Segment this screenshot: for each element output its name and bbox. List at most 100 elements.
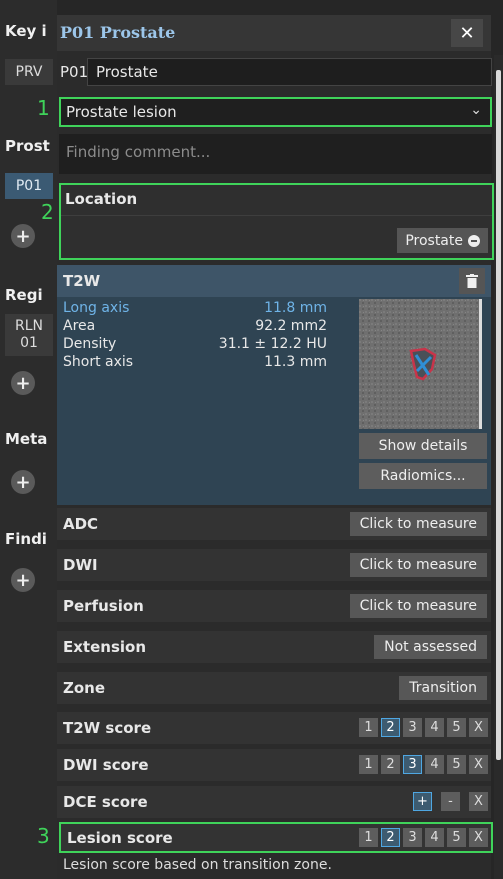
t2w-score-options: 1 2 3 4 5 X	[359, 718, 488, 737]
panel-scrollbar[interactable]	[494, 55, 503, 879]
close-icon: ✕	[459, 22, 475, 44]
zone-button[interactable]: Transition	[399, 676, 487, 700]
delete-measurement-button[interactable]	[459, 268, 485, 294]
trash-icon	[466, 274, 478, 288]
adc-measure-button[interactable]: Click to measure	[349, 512, 487, 536]
lesion-score-1[interactable]: 1	[359, 828, 378, 847]
plus-icon: +	[15, 225, 31, 247]
show-details-button[interactable]: Show details	[359, 433, 487, 459]
findings-heading: Findi	[5, 530, 47, 548]
dwi-score-2[interactable]: 2	[381, 755, 400, 774]
add-prostate-finding-button[interactable]: +	[11, 224, 35, 248]
scrollbar-thumb[interactable]	[496, 70, 501, 760]
t2w-score-3[interactable]: 3	[403, 718, 422, 737]
dwi-score-4[interactable]: 4	[425, 755, 444, 774]
finding-panel: P01 Prostate ✕ P01 Prostate Prostate les…	[57, 15, 494, 879]
location-value: Prostate	[405, 232, 463, 249]
measurement-value: 31.1 ± 12.2 HU	[218, 336, 327, 352]
panel-titlebar: P01 Prostate ✕	[57, 15, 491, 51]
annotation-marker-3: 3	[37, 824, 50, 848]
chevron-down-icon: ⌄	[470, 102, 482, 118]
dwi-row: DWI Click to measure	[57, 549, 491, 581]
t2w-header: T2W	[57, 265, 491, 297]
dce-score-options: + - X	[413, 792, 488, 811]
plus-icon: +	[15, 569, 31, 591]
lesion-score-4[interactable]: 4	[425, 828, 444, 847]
t2w-score-2[interactable]: 2	[381, 718, 400, 737]
dce-score-plus[interactable]: +	[413, 792, 432, 811]
dwi-score-options: 1 2 3 4 5 X	[359, 755, 488, 774]
measurement-key: Area	[63, 318, 96, 334]
metadata-heading: Meta	[5, 430, 48, 448]
adc-label: ADC	[63, 515, 99, 533]
zone-row: Zone Transition	[57, 672, 491, 704]
rln-tag[interactable]: RLN 01	[5, 314, 53, 356]
t2w-score-4[interactable]: 4	[425, 718, 444, 737]
finding-name-input[interactable]: Prostate	[87, 58, 492, 86]
lesion-score-2[interactable]: 2	[381, 828, 400, 847]
dwi-score-x[interactable]: X	[469, 755, 488, 774]
remove-circle-icon[interactable]	[468, 234, 480, 247]
rln-tag-line1: RLN	[15, 318, 43, 334]
finding-type-select[interactable]: Prostate lesion ⌄	[59, 97, 492, 127]
dce-score-label: DCE score	[63, 793, 148, 811]
plus-icon: +	[15, 471, 31, 493]
location-label: Location	[65, 190, 138, 208]
t2w-score-x[interactable]: X	[469, 718, 488, 737]
location-section: Location Prostate	[59, 183, 494, 260]
dce-score-minus[interactable]: -	[441, 792, 460, 811]
t2w-score-label: T2W score	[63, 719, 152, 737]
measurement-key: Density	[63, 336, 117, 352]
t2w-score-row: T2W score 1 2 3 4 5 X	[57, 712, 491, 744]
add-metadata-button[interactable]: +	[11, 470, 35, 494]
extension-row: Extension Not assessed	[57, 631, 491, 663]
panel-title: P01 Prostate	[60, 23, 176, 42]
finding-id: P01	[60, 63, 89, 81]
lesion-score-note: Lesion score based on transition zone.	[63, 857, 332, 873]
location-prostate-chip[interactable]: Prostate	[397, 228, 488, 253]
dce-score-x[interactable]: X	[469, 792, 488, 811]
plus-icon: +	[15, 372, 31, 394]
lesion-score-x[interactable]: X	[469, 828, 488, 847]
left-sidebar: Key i PRV Prost P01 + Regi RLN 01 + Meta…	[0, 0, 57, 879]
lesion-score-options: 1 2 3 4 5 X	[359, 828, 488, 847]
dwi-score-row: DWI score 1 2 3 4 5 X	[57, 749, 491, 781]
close-button[interactable]: ✕	[451, 19, 483, 47]
extension-button[interactable]: Not assessed	[374, 635, 487, 659]
adc-row: ADC Click to measure	[57, 508, 491, 540]
measurement-value: 11.8 mm	[264, 300, 327, 316]
dce-score-row: DCE score + - X	[57, 786, 491, 818]
thumbnail-scale-bar	[479, 299, 482, 429]
t2w-section: T2W Long axis 11.8 mm Area 92.2 mm2 Dens…	[57, 265, 491, 505]
extension-label: Extension	[63, 638, 146, 656]
add-finding-button[interactable]: +	[11, 568, 35, 592]
finding-type-value: Prostate lesion	[66, 103, 177, 121]
annotation-marker-1: 1	[37, 96, 50, 120]
lesion-score-5[interactable]: 5	[447, 828, 466, 847]
perfusion-label: Perfusion	[63, 597, 144, 615]
measurement-value: 11.3 mm	[264, 354, 327, 370]
radiomics-button[interactable]: Radiomics...	[359, 463, 487, 489]
finding-comment-input[interactable]: Finding comment...	[59, 134, 492, 174]
p01-tag[interactable]: P01	[5, 173, 53, 199]
dwi-measure-button[interactable]: Click to measure	[349, 553, 487, 577]
t2w-score-1[interactable]: 1	[359, 718, 378, 737]
lesion-thumbnail[interactable]	[359, 299, 482, 429]
location-divider	[61, 215, 492, 216]
dwi-score-1[interactable]: 1	[359, 755, 378, 774]
dwi-score-5[interactable]: 5	[447, 755, 466, 774]
add-region-button[interactable]: +	[11, 371, 35, 395]
perfusion-row: Perfusion Click to measure	[57, 590, 491, 622]
perfusion-measure-button[interactable]: Click to measure	[349, 594, 487, 618]
t2w-score-5[interactable]: 5	[447, 718, 466, 737]
dwi-score-3[interactable]: 3	[403, 755, 422, 774]
key-images-heading: Key i	[5, 22, 47, 40]
lesion-score-3[interactable]: 3	[403, 828, 422, 847]
zone-label: Zone	[63, 679, 106, 697]
rln-tag-line2: 01	[20, 335, 38, 351]
prv-tag[interactable]: PRV	[5, 59, 53, 85]
t2w-label: T2W	[63, 272, 101, 290]
dwi-score-label: DWI score	[63, 756, 149, 774]
measurement-key: Short axis	[63, 354, 134, 370]
prostate-heading: Prost	[5, 137, 50, 155]
